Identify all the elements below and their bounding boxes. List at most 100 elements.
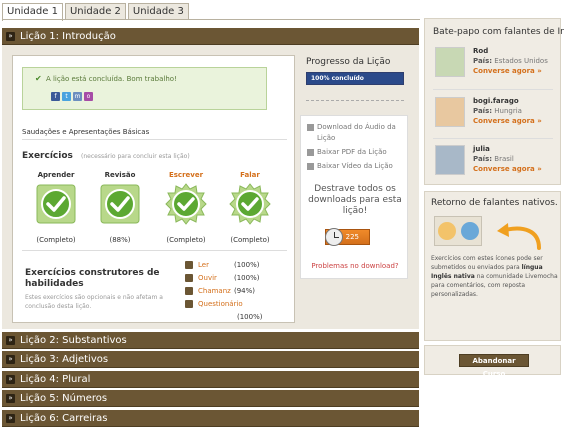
download-audio-label: Download do Áudio da Lição — [317, 123, 396, 142]
unlock-promo: Destrave todos os downloads para esta li… — [308, 184, 402, 216]
lesson-6-label: Lição 6: Carreiras — [20, 412, 108, 424]
puzzle-icon — [185, 287, 193, 295]
feedback-icons — [434, 216, 482, 246]
builder-questionario[interactable]: Questionário — [185, 300, 243, 308]
chat-panel: Bate-papo com falantes de Inglês Rod Paí… — [424, 18, 564, 185]
abandon-panel: Abandonar Curso — [424, 345, 561, 378]
tab-unidade-2[interactable]: Unidade 2 — [64, 3, 126, 20]
completion-notice: ✔ A lição está concluída. Bom trabalho! … — [22, 67, 267, 110]
feedback-title: Retorno de falantes nativos. — [431, 198, 558, 208]
lesson-2-header[interactable]: » Lição 2: Substantivos — [2, 332, 419, 349]
builder-label[interactable]: Chamanz — [198, 287, 234, 295]
exercise-falar[interactable]: Falar (Completo) — [225, 171, 275, 244]
pencil-icon — [437, 222, 456, 240]
headphones-icon — [185, 274, 193, 282]
chat-user-name[interactable]: julia — [473, 145, 490, 153]
avatar[interactable] — [435, 47, 465, 77]
exercise-status: (Completo) — [36, 236, 76, 244]
lesson-1-header[interactable]: » Lição 1: Introdução — [2, 28, 419, 45]
chat-user-country: Estados Unidos — [494, 57, 548, 65]
country-label: País: — [473, 107, 493, 115]
builder-label[interactable]: Questionário — [198, 300, 243, 308]
chat-user: Rod País: Estados Unidos Converse agora … — [433, 45, 557, 87]
builder-label[interactable]: Ler — [198, 261, 234, 269]
lesson-3-label: Lição 3: Adjetivos — [20, 353, 109, 365]
builders-description: Estes exercícios são opcionais e não afe… — [25, 294, 163, 310]
exercise-revisao[interactable]: Revisão (88%) — [95, 171, 145, 244]
divider — [433, 89, 553, 90]
exercise-status: (88%) — [109, 236, 131, 244]
chat-now-link[interactable]: Converse agora » — [473, 165, 542, 173]
download-audio[interactable]: Download do Áudio da Lição — [307, 122, 403, 144]
native-feedback-panel: Retorno de falantes nativos. Exercícios … — [424, 191, 561, 341]
lesson-title: Saudações e Apresentações Básicas — [22, 128, 150, 136]
square-check-badge-icon[interactable] — [35, 183, 77, 225]
completion-message: A lição está concluída. Bom trabalho! — [45, 75, 177, 83]
unlock-downloads-button[interactable]: 225 — [325, 228, 370, 246]
abandon-course-button[interactable]: Abandonar Curso — [459, 354, 529, 378]
exercises-title: Exercícios — [22, 151, 73, 161]
lesson-5-label: Lição 5: Números — [20, 392, 108, 404]
chat-title: Bate-papo com falantes de Inglês — [433, 27, 564, 37]
other-share-icon[interactable]: o — [84, 92, 93, 101]
builder-percent: (94%) — [234, 287, 256, 295]
facebook-icon[interactable]: f — [51, 92, 60, 101]
tab-unidade-3[interactable]: Unidade 3 — [127, 3, 189, 20]
feedback-description: Exercícios com estes ícones pode ser sub… — [431, 255, 558, 298]
exercise-name: Escrever — [168, 171, 204, 179]
expand-arrow-icon: » — [6, 413, 15, 423]
twitter-icon[interactable]: t — [62, 92, 71, 101]
chat-user: julia País: Brasil Converse agora » — [433, 143, 557, 185]
exercise-escrever[interactable]: Escrever (Completo) — [161, 171, 211, 244]
lesson-6-header[interactable]: » Lição 6: Carreiras — [2, 410, 419, 427]
chat-now-link[interactable]: Converse agora » — [473, 67, 542, 75]
collapse-arrow-icon: » — [6, 31, 15, 41]
avatar[interactable] — [435, 97, 465, 127]
avatar[interactable] — [435, 145, 465, 175]
builder-chamanz[interactable]: Chamanz (94%) — [185, 287, 255, 295]
check-icon: ✔ — [35, 74, 42, 83]
expand-arrow-icon: » — [6, 393, 15, 403]
chat-user: bogi.farago País: Hungria Converse agora… — [433, 95, 557, 137]
exercise-name: Aprender — [37, 171, 75, 179]
download-problems-link[interactable]: Problemas no download? — [307, 262, 403, 270]
seal-check-badge-icon[interactable] — [165, 183, 207, 225]
lesson-2-label: Lição 2: Substantivos — [20, 334, 127, 346]
exercise-status: (Completo) — [166, 236, 206, 244]
chat-user-country: Hungria — [494, 107, 522, 115]
chat-user-name[interactable]: bogi.farago — [473, 97, 519, 105]
builders-title: Exercícios construtores de habilidades — [25, 268, 160, 289]
lesson-5-header[interactable]: » Lição 5: Números — [2, 390, 419, 407]
speech-bubble-icon — [460, 222, 479, 240]
seal-check-badge-icon[interactable] — [229, 183, 271, 225]
builder-ouvir[interactable]: Ouvir (100%) — [185, 274, 259, 282]
exercise-aprender[interactable]: Aprender (Completo) — [31, 171, 81, 244]
divider — [433, 138, 553, 139]
download-pdf[interactable]: Baixar PDF da Lição — [307, 147, 403, 158]
lesson-3-header[interactable]: » Lição 3: Adjetivos — [2, 351, 419, 368]
builder-questionario-percent-row: (100%) — [237, 313, 262, 321]
chat-now-link[interactable]: Converse agora » — [473, 117, 542, 125]
builder-label[interactable]: Ouvir — [198, 274, 234, 282]
exercises-subtitle: (necessário para concluir esta lição) — [81, 153, 190, 160]
progress-label: Progresso da Lição — [306, 57, 391, 67]
country-label: País: — [473, 155, 493, 163]
download-video[interactable]: Baixar Vídeo da Lição — [307, 161, 403, 172]
builder-ler[interactable]: Ler (100%) — [185, 261, 259, 269]
exercise-status: (Completo) — [230, 236, 270, 244]
builder-percent: (100%) — [234, 261, 260, 269]
expand-arrow-icon: » — [6, 335, 15, 345]
lock-icon — [307, 163, 314, 170]
divider — [22, 139, 287, 140]
myspace-icon[interactable]: m — [73, 92, 82, 101]
share-icons: f t m o — [51, 92, 93, 101]
divider — [306, 100, 404, 101]
chat-user-name[interactable]: Rod — [473, 47, 488, 55]
download-pdf-label: Baixar PDF da Lição — [317, 148, 387, 156]
quiz-icon — [185, 300, 193, 308]
divider — [22, 250, 287, 251]
lesson-4-header[interactable]: » Lição 4: Plural — [2, 371, 419, 388]
lesson-1-card: ✔ A lição está concluída. Bom trabalho! … — [12, 55, 295, 323]
square-check-badge-icon[interactable] — [99, 183, 141, 225]
exercise-name: Revisão — [104, 171, 136, 179]
